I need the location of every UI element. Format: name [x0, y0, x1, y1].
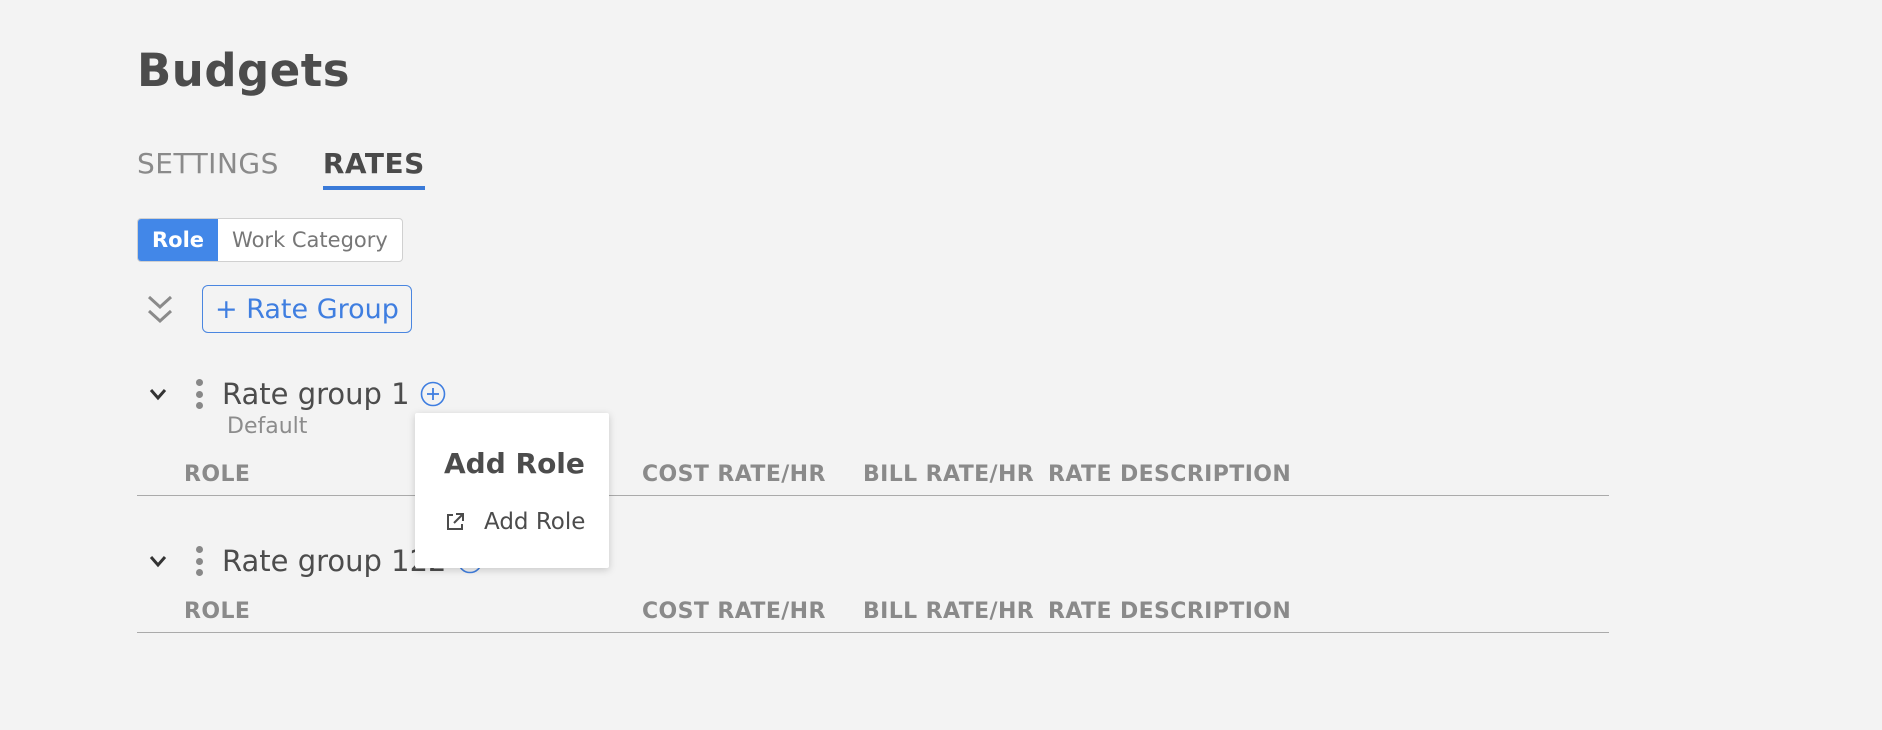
column-header-role: ROLE	[184, 599, 251, 624]
add-circle-icon[interactable]	[420, 381, 446, 407]
column-header-bill-rate: BILL RATE/HR	[863, 462, 1035, 487]
toggle-role[interactable]: Role	[138, 219, 219, 261]
popover-title: Add Role	[444, 447, 585, 480]
column-header-bill-rate: BILL RATE/HR	[863, 599, 1035, 624]
table-divider	[137, 495, 1609, 496]
column-header-rate-description: RATE DESCRIPTION	[1048, 599, 1292, 624]
role-category-toggle: Role Work Category	[137, 218, 403, 262]
table-divider	[137, 632, 1609, 633]
column-header-rate-description: RATE DESCRIPTION	[1048, 462, 1292, 487]
column-header-role: ROLE	[184, 462, 251, 487]
page-title: Budgets	[137, 44, 351, 97]
column-header-cost-rate: COST RATE/HR	[642, 462, 826, 487]
chevron-down-icon[interactable]	[147, 383, 169, 405]
budgets-page: Budgets SETTINGS RATES Role Work Categor…	[0, 0, 1882, 730]
toggle-work-category[interactable]: Work Category	[218, 219, 402, 261]
external-link-icon	[447, 513, 464, 530]
tab-bar: SETTINGS RATES	[137, 147, 425, 190]
collapse-all-icon[interactable]	[144, 293, 176, 327]
kebab-menu-icon[interactable]	[194, 379, 204, 409]
chevron-down-icon[interactable]	[147, 550, 169, 572]
rate-group-subtitle: Default	[227, 414, 308, 439]
add-rate-group-button[interactable]: + Rate Group	[202, 285, 412, 333]
tab-rates[interactable]: RATES	[322, 147, 425, 190]
rate-group-header: Rate group 1	[137, 377, 446, 411]
kebab-menu-icon[interactable]	[194, 546, 204, 576]
column-header-cost-rate: COST RATE/HR	[642, 599, 826, 624]
add-role-menu-item[interactable]: Add Role	[444, 509, 585, 535]
rate-group-name: Rate group 1	[222, 377, 410, 411]
add-role-popover: Add Role Add Role	[415, 413, 609, 568]
add-role-label: Add Role	[484, 509, 586, 535]
rate-group-name: Rate group 122	[222, 544, 447, 578]
tab-settings[interactable]: SETTINGS	[137, 147, 279, 190]
